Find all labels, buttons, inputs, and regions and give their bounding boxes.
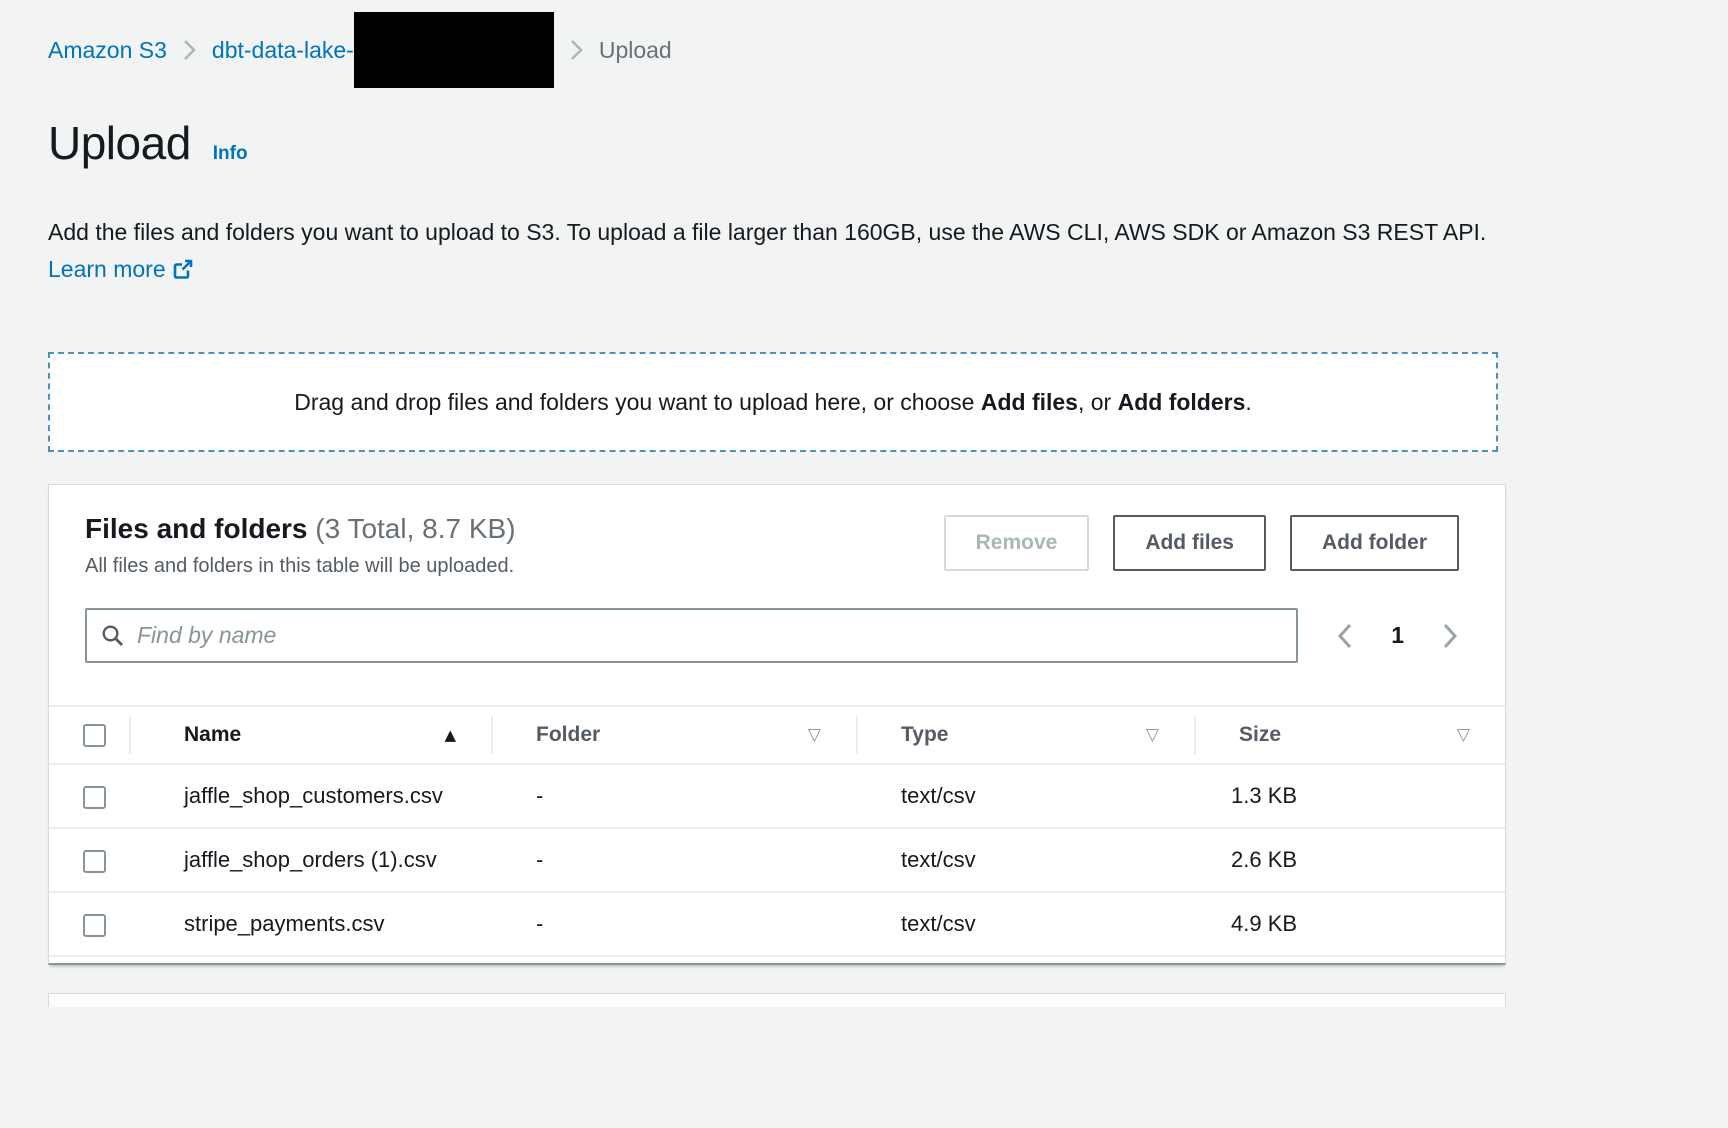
select-all-checkbox[interactable] [83, 724, 106, 747]
file-type: text/csv [856, 764, 1194, 828]
row-checkbox[interactable] [83, 850, 106, 873]
column-header-type[interactable]: Type▽ [856, 706, 1194, 764]
files-panel-heading: Files and folders (3 Total, 8.7 KB) All … [85, 513, 516, 578]
files-panel-description: All files and folders in this table will… [85, 555, 516, 578]
pagination: 1 [1336, 622, 1459, 650]
column-header-size[interactable]: Size▽ [1194, 706, 1505, 764]
files-table: Name▲ Folder▽ Type▽ Size▽ jaffle_shop_cu… [49, 705, 1505, 957]
row-checkbox[interactable] [83, 914, 106, 937]
add-files-button[interactable]: Add files [1113, 515, 1266, 571]
dropzone-text: Drag and drop files and folders you want… [294, 389, 1252, 416]
sort-icon[interactable]: ▽ [808, 725, 821, 745]
files-panel-title: Files and folders (3 Total, 8.7 KB) [85, 513, 516, 545]
sort-ascending-icon[interactable]: ▲ [444, 726, 456, 744]
sort-icon[interactable]: ▽ [1146, 725, 1159, 745]
page-content: Amazon S3 dbt-data-lake- Upload Upload I… [0, 0, 1506, 1007]
column-header-folder[interactable]: Folder▽ [491, 706, 856, 764]
chevron-left-icon [1336, 622, 1353, 650]
files-table-header-row: Name▲ Folder▽ Type▽ Size▽ [49, 706, 1505, 764]
previous-page-button[interactable] [1336, 622, 1353, 650]
external-link-icon [172, 258, 194, 280]
breadcrumb-current: Upload [599, 37, 672, 64]
file-name: jaffle_shop_orders (1).csv [129, 828, 491, 892]
files-panel-actions: Remove Add files Add folder [944, 515, 1459, 578]
info-link[interactable]: Info [213, 143, 248, 165]
search-input[interactable] [137, 622, 1282, 649]
search-box[interactable] [85, 608, 1298, 663]
file-size: 2.6 KB [1194, 828, 1505, 892]
file-folder: - [491, 828, 856, 892]
chevron-right-icon [1442, 622, 1459, 650]
column-header-name[interactable]: Name▲ [129, 706, 491, 764]
breadcrumb-link-amazon-s3[interactable]: Amazon S3 [48, 37, 167, 64]
table-row: jaffle_shop_customers.csv - text/csv 1.3… [49, 764, 1505, 828]
files-count-badge: (3 Total, 8.7 KB) [315, 513, 515, 544]
intro-text: Add the files and folders you want to up… [48, 214, 1496, 288]
file-size: 1.3 KB [1194, 764, 1505, 828]
search-row: 1 [85, 608, 1459, 663]
title-row: Upload Info [48, 116, 1506, 170]
breadcrumb: Amazon S3 dbt-data-lake- Upload [48, 0, 1506, 100]
table-row: stripe_payments.csv - text/csv 4.9 KB [49, 892, 1505, 956]
files-panel-header: Files and folders (3 Total, 8.7 KB) All … [49, 485, 1505, 578]
file-folder: - [491, 764, 856, 828]
dropzone-add-files-emphasis: Add files [981, 389, 1078, 415]
dropzone-add-folders-emphasis: Add folders [1118, 389, 1246, 415]
chevron-right-icon [570, 39, 583, 61]
chevron-right-icon [183, 39, 196, 61]
file-type: text/csv [856, 828, 1194, 892]
learn-more-link[interactable]: Learn more [48, 256, 166, 282]
file-size: 4.9 KB [1194, 892, 1505, 956]
current-page-number[interactable]: 1 [1391, 622, 1404, 649]
add-folder-button[interactable]: Add folder [1290, 515, 1459, 571]
file-name: jaffle_shop_customers.csv [129, 764, 491, 828]
row-checkbox[interactable] [83, 786, 106, 809]
redaction-box [354, 12, 554, 88]
remove-button[interactable]: Remove [944, 515, 1090, 571]
intro-text-body: Add the files and folders you want to up… [48, 219, 1486, 245]
next-page-button[interactable] [1442, 622, 1459, 650]
table-row: jaffle_shop_orders (1).csv - text/csv 2.… [49, 828, 1505, 892]
sort-icon[interactable]: ▽ [1457, 725, 1470, 745]
breadcrumb-link-bucket[interactable]: dbt-data-lake- [212, 37, 354, 64]
dropzone[interactable]: Drag and drop files and folders you want… [48, 352, 1498, 452]
page-title: Upload [48, 116, 191, 170]
file-name: stripe_payments.csv [129, 892, 491, 956]
files-panel: Files and folders (3 Total, 8.7 KB) All … [48, 484, 1506, 965]
search-icon [101, 624, 125, 648]
next-panel-edge [48, 993, 1506, 1007]
file-type: text/csv [856, 892, 1194, 956]
file-folder: - [491, 892, 856, 956]
